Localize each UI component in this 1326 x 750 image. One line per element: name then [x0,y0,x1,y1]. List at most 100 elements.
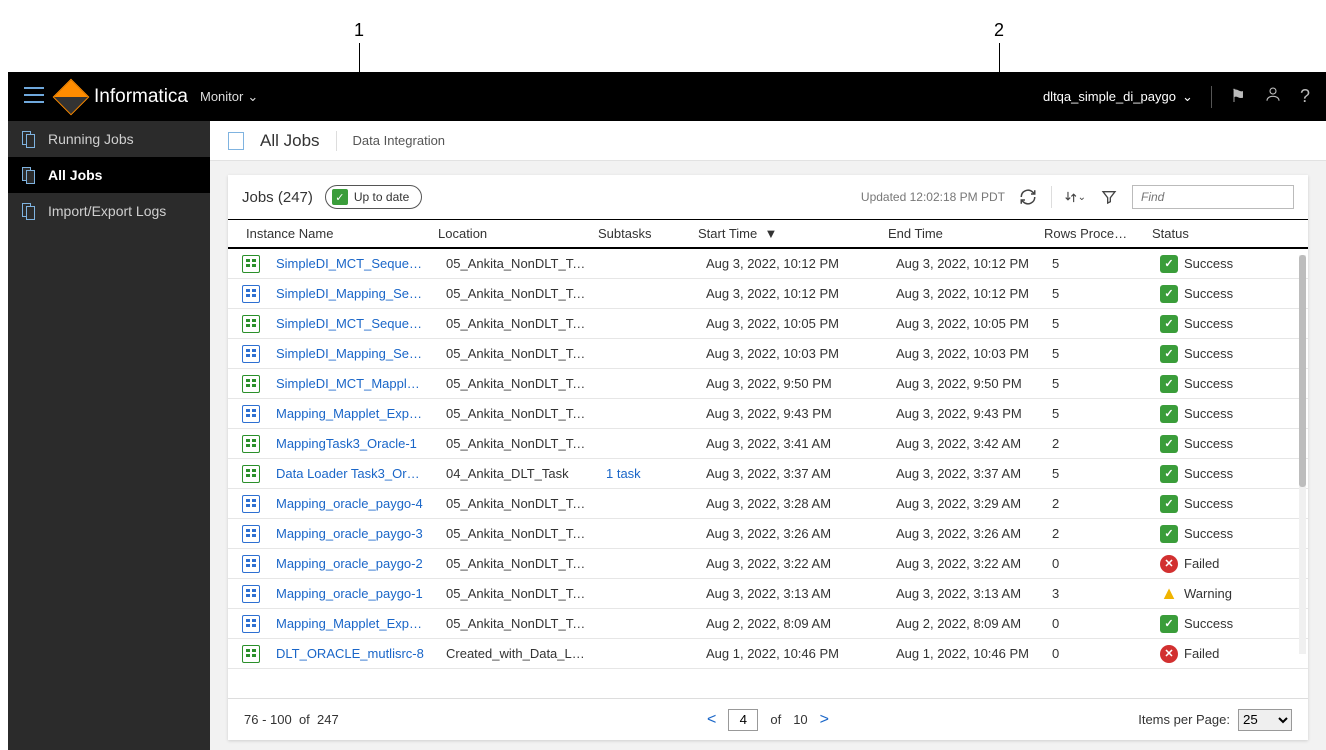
sort-icon[interactable]: ⌄ [1064,186,1086,208]
cell-start-time: Aug 3, 2022, 3:28 AM [696,496,886,511]
cell-end-time: Aug 3, 2022, 3:29 AM [886,496,1042,511]
filter-icon[interactable] [1098,186,1120,208]
next-page-icon[interactable]: > [820,711,829,729]
cell-start-time: Aug 3, 2022, 3:41 AM [696,436,886,451]
cell-end-time: Aug 3, 2022, 10:12 PM [886,286,1042,301]
table-row[interactable]: SimpleDI_MCT_Sequence-105_Ankita_NonDLT_… [228,309,1308,339]
instance-name-link[interactable]: SimpleDI_Mapping_Seque... [266,286,436,301]
hamburger-icon[interactable] [24,87,44,106]
task-type-icon [242,255,260,273]
table-row[interactable]: Mapping_Mapplet_Expres...05_Ankita_NonDL… [228,399,1308,429]
instance-name-link[interactable]: Mapping_oracle_paygo-1 [266,586,436,601]
instance-name-link[interactable]: Mapping_oracle_paygo-2 [266,556,436,571]
task-type-icon [242,615,260,633]
table-row[interactable]: SimpleDI_Mapping_Seque...05_Ankita_NonDL… [228,339,1308,369]
cell-rows-processed: 5 [1042,256,1150,271]
status-success-icon: ✓ [1160,285,1178,303]
col-location[interactable]: Location [428,226,588,241]
instance-name-link[interactable]: Mapping_Mapplet_Expres... [266,406,436,421]
cell-status: ▲Warning [1150,585,1270,603]
instance-name-link[interactable]: SimpleDI_MCT_Sequence-1 [266,316,436,331]
table-row[interactable]: Mapping_oracle_paygo-305_Ankita_NonDLT_T… [228,519,1308,549]
task-type-icon [242,645,260,663]
cell-start-time: Aug 3, 2022, 9:50 PM [696,376,886,391]
sidebar-item-running-jobs[interactable]: Running Jobs [8,121,210,157]
sidebar-item-import-export-logs[interactable]: Import/Export Logs [8,193,210,229]
status-text: Success [1184,406,1233,421]
task-type-icon [242,525,260,543]
table-row[interactable]: Mapping_oracle_paygo-405_Ankita_NonDLT_T… [228,489,1308,519]
org-name: dltqa_simple_di_paygo [1043,89,1176,104]
flag-icon[interactable]: ⚑ [1230,86,1246,107]
check-icon: ✓ [332,189,348,205]
status-success-icon: ✓ [1160,495,1178,513]
status-text: Success [1184,346,1233,361]
col-start-time[interactable]: Start Time ▼ [688,226,878,241]
app-switcher[interactable]: Monitor ⌄ [200,89,258,105]
instance-name-link[interactable]: DLT_ORACLE_mutlisrc-8 [266,646,436,661]
instance-name-link[interactable]: MappingTask3_Oracle-1 [266,436,436,451]
table-row[interactable]: SimpleDI_MCT_Mapplet-105_Ankita_NonDLT_T… [228,369,1308,399]
jobs-icon [22,131,38,147]
cell-location: 05_Ankita_NonDLT_Task [436,286,596,301]
cell-location: 05_Ankita_NonDLT_Task [436,526,596,541]
col-rows-processed[interactable]: Rows Processed [1034,226,1142,241]
cell-rows-processed: 2 [1042,496,1150,511]
table-row[interactable]: Mapping_oracle_paygo-105_Ankita_NonDLT_T… [228,579,1308,609]
instance-name-link[interactable]: Mapping_oracle_paygo-4 [266,496,436,511]
refresh-icon[interactable] [1017,186,1039,208]
instance-name-link[interactable]: SimpleDI_MCT_Sequence-2 [266,256,436,271]
org-selector[interactable]: dltqa_simple_di_paygo ⌄ [1043,89,1193,105]
table-row[interactable]: Data Loader Task3_Oracle-104_Ankita_DLT_… [228,459,1308,489]
callout-label-1: 1 [354,20,364,41]
instance-name-link[interactable]: Mapping_Mapplet_Expres... [266,616,436,631]
page-input[interactable] [728,709,758,731]
cell-location: 05_Ankita_NonDLT_Task [436,256,596,271]
jobs-count-label: Jobs (247) [242,189,313,206]
status-text: Success [1184,496,1233,511]
divider [1211,86,1212,108]
chevron-down-icon: ⌄ [247,89,258,105]
cell-end-time: Aug 3, 2022, 10:05 PM [886,316,1042,331]
cell-status: ✓Success [1150,405,1270,423]
task-type-icon [242,375,260,393]
scrollbar[interactable] [1299,255,1306,654]
items-per-page-select[interactable]: 25 [1238,709,1292,731]
cell-rows-processed: 0 [1042,616,1150,631]
cell-location: 05_Ankita_NonDLT_Task [436,436,596,451]
cell-location: 05_Ankita_NonDLT_Task [436,616,596,631]
prev-page-icon[interactable]: < [707,711,716,729]
cell-rows-processed: 5 [1042,406,1150,421]
table-row[interactable]: DLT_ORACLE_mutlisrc-8Created_with_Data_L… [228,639,1308,669]
instance-name-link[interactable]: SimpleDI_Mapping_Seque... [266,346,436,361]
cell-location: 05_Ankita_NonDLT_Task [436,406,596,421]
cell-start-time: Aug 3, 2022, 3:37 AM [696,466,886,481]
instance-name-link[interactable]: Mapping_oracle_paygo-3 [266,526,436,541]
cell-rows-processed: 2 [1042,526,1150,541]
instance-name-link[interactable]: SimpleDI_MCT_Mapplet-1 [266,376,436,391]
cell-status: ✕Failed [1150,645,1270,663]
cell-location: 04_Ankita_DLT_Task [436,466,596,481]
table-row[interactable]: Mapping_oracle_paygo-205_Ankita_NonDLT_T… [228,549,1308,579]
table-row[interactable]: SimpleDI_Mapping_Seque...05_Ankita_NonDL… [228,279,1308,309]
cell-rows-processed: 5 [1042,286,1150,301]
status-success-icon: ✓ [1160,465,1178,483]
table-row[interactable]: MappingTask3_Oracle-105_Ankita_NonDLT_Ta… [228,429,1308,459]
help-icon[interactable]: ? [1300,86,1310,107]
cell-end-time: Aug 3, 2022, 10:03 PM [886,346,1042,361]
chevron-down-icon: ⌄ [1182,89,1193,105]
table-row[interactable]: SimpleDI_MCT_Sequence-205_Ankita_NonDLT_… [228,249,1308,279]
table-row[interactable]: Mapping_Mapplet_Expres...05_Ankita_NonDL… [228,609,1308,639]
col-end-time[interactable]: End Time [878,226,1034,241]
sidebar-item-all-jobs[interactable]: All Jobs [8,157,210,193]
status-success-icon: ✓ [1160,525,1178,543]
find-input[interactable] [1132,185,1294,209]
cell-subtasks[interactable]: 1 task [596,466,696,481]
top-bar: Informatica Monitor ⌄ dltqa_simple_di_pa… [8,72,1326,121]
col-instance-name[interactable]: Instance Name [228,226,428,241]
user-icon[interactable] [1264,85,1282,108]
col-subtasks[interactable]: Subtasks [588,226,688,241]
col-status[interactable]: Status [1142,226,1262,241]
cell-location: 05_Ankita_NonDLT_Task [436,316,596,331]
instance-name-link[interactable]: Data Loader Task3_Oracle-1 [266,466,436,481]
